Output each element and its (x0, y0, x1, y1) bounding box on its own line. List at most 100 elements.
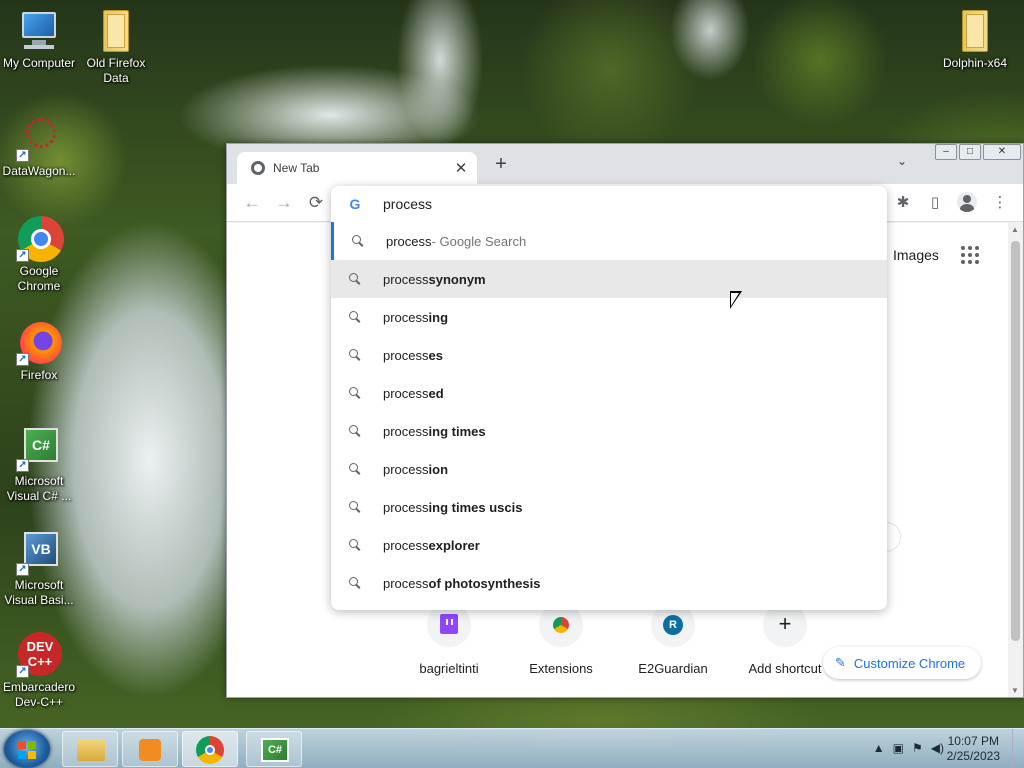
omnibox-input[interactable] (383, 196, 863, 212)
suggestion-item[interactable]: process ing times (331, 412, 887, 450)
profile-avatar-icon[interactable] (957, 192, 977, 212)
close-button[interactable]: ✕ (983, 144, 1021, 160)
clock-time: 10:07 PM (947, 734, 999, 748)
tab-new-tab[interactable]: New Tab ✕ (237, 152, 477, 184)
taskbar-media-player-button[interactable] (122, 731, 178, 767)
suggestion-item[interactable]: process synonym (331, 260, 887, 298)
shortcut-arrow-icon: ↗ (16, 459, 29, 472)
suggestion-item[interactable]: process es (331, 336, 887, 374)
desktop-icon-firefox[interactable]: ↗ Firefox (0, 320, 78, 383)
desktop-icon-visual-csharp[interactable]: C# ↗ Microsoft Visual C# ... (0, 426, 78, 504)
visual-csharp-icon: C# ↗ (16, 426, 62, 472)
media-player-icon (139, 739, 161, 761)
side-panel-icon[interactable]: ▯ (925, 193, 945, 213)
scroll-down-icon[interactable]: ▼ (1011, 686, 1019, 695)
desktop-icon-visual-basic[interactable]: VB ↗ Microsoft Visual Basi... (0, 530, 78, 608)
shortcut-arrow-icon: ↗ (16, 353, 29, 366)
desktop-icon-label: Microsoft Visual C# ... (6, 474, 72, 503)
shortcut-tile[interactable]: Extensions (511, 603, 611, 676)
new-tab-button[interactable]: + (491, 154, 511, 174)
shortcut-arrow-icon: ↗ (16, 249, 29, 262)
suggestion-item[interactable]: process of photosynthesis (331, 564, 887, 602)
taskbar: C# ▲ ▣ ⚑ ◀) 10:07 PM 2/25/2023 (0, 728, 1024, 768)
tray-expand-icon[interactable]: ▲ (873, 741, 885, 755)
menu-icon[interactable]: ⋮ (990, 193, 1010, 213)
shortcut-tile[interactable]: + Add shortcut (735, 603, 835, 676)
desktop-icon-label: DataWagon... (2, 164, 76, 178)
taskbar-chrome-button[interactable] (182, 731, 238, 767)
search-icon (349, 577, 361, 589)
folder-icon (952, 8, 998, 54)
suggestion-item[interactable]: process ed (331, 374, 887, 412)
desktop-icon-label: Embarcadero Dev-C++ (2, 680, 76, 709)
maximize-button[interactable]: □ (959, 144, 981, 160)
back-icon[interactable]: ← (242, 193, 262, 213)
system-tray: ▲ ▣ ⚑ ◀) (873, 741, 944, 755)
scrollbar-thumb[interactable] (1011, 241, 1020, 641)
dev-cpp-icon: DEV C++ ↗ (16, 632, 62, 678)
minimize-button[interactable]: – (935, 144, 957, 160)
shortcut-label: bagrieltinti (419, 661, 479, 676)
desktop-icon-label: Firefox (20, 368, 58, 382)
reload-icon[interactable]: ⟳ (306, 193, 326, 213)
search-icon (349, 539, 361, 551)
desktop-icon-label: Google Chrome (17, 264, 61, 293)
search-icon (349, 311, 361, 323)
google-apps-icon[interactable] (961, 246, 979, 264)
network-icon[interactable]: ▣ (893, 741, 904, 755)
chrome-favicon-icon (251, 161, 265, 175)
search-icon (352, 235, 364, 247)
shortcut-label: Extensions (529, 661, 593, 676)
shortcut-tile[interactable]: R E2Guardian (623, 603, 723, 676)
desktop-icon-old-firefox-data[interactable]: Old Firefox Data (77, 8, 155, 86)
shortcut-label: E2Guardian (638, 661, 708, 676)
start-button[interactable] (4, 730, 50, 768)
tab-strip: New Tab ✕ + ⌄ – □ ✕ (227, 144, 1023, 184)
clock[interactable]: 10:07 PM 2/25/2023 (947, 734, 1000, 764)
shortcut-arrow-icon: ↗ (16, 665, 29, 678)
desktop-icon-label: Old Firefox Data (86, 56, 146, 85)
customize-chrome-label: Customize Chrome (853, 655, 966, 671)
forward-icon[interactable]: → (274, 193, 294, 213)
desktop-icon-datawagon[interactable]: ↗ DataWagon... (0, 116, 78, 179)
images-link[interactable]: Images (893, 247, 939, 263)
clock-date: 2/25/2023 (946, 749, 1000, 763)
search-icon (349, 425, 361, 437)
extensions-icon[interactable]: ✱ (893, 193, 913, 213)
tab-close-icon[interactable]: ✕ (453, 159, 469, 177)
volume-icon[interactable]: ◀) (931, 741, 944, 755)
desktop-icon-dolphin[interactable]: Dolphin-x64 (936, 8, 1014, 71)
omnibox[interactable]: G (331, 186, 887, 222)
shortcut-tile[interactable]: bagrieltinti (399, 603, 499, 676)
shortcut-arrow-icon: ↗ (16, 149, 29, 162)
customize-chrome-button[interactable]: ✎ Customize Chrome (823, 647, 982, 679)
suggestion-item[interactable]: process ion (331, 450, 887, 488)
desktop-icon-label: My Computer (2, 56, 76, 70)
search-icon (349, 501, 361, 513)
visual-csharp-icon: C# (261, 738, 289, 762)
suggestion-item[interactable]: process explorer (331, 526, 887, 564)
search-icon (349, 273, 361, 285)
page-scrollbar[interactable]: ▲ ▼ (1008, 223, 1023, 697)
scroll-up-icon[interactable]: ▲ (1011, 225, 1019, 234)
taskbar-visual-csharp-button[interactable]: C# (246, 731, 302, 767)
tab-search-icon[interactable]: ⌄ (897, 154, 907, 168)
suggestion-item[interactable]: process - Google Search (331, 222, 887, 260)
tab-title: New Tab (273, 161, 320, 175)
taskbar-explorer-button[interactable] (62, 731, 118, 767)
desktop-icon-google-chrome[interactable]: ↗ Google Chrome (0, 216, 78, 294)
google-g-icon: G (349, 196, 361, 212)
desktop-icon-label: Microsoft Visual Basi... (4, 578, 74, 607)
chrome-icon: ↗ (16, 216, 64, 262)
suggestion-item[interactable]: process ing (331, 298, 887, 336)
desktop-icon-dev-cpp[interactable]: DEV C++ ↗ Embarcadero Dev-C++ (0, 632, 78, 710)
search-icon (349, 463, 361, 475)
suggestion-item[interactable]: process ing times uscis (331, 488, 887, 526)
flag-icon[interactable]: ⚑ (912, 741, 923, 755)
pencil-icon: ✎ (835, 655, 846, 670)
shortcut-arrow-icon: ↗ (16, 563, 29, 576)
show-desktop-button[interactable] (1012, 729, 1024, 768)
search-icon (349, 387, 361, 399)
desktop-icon-my-computer[interactable]: My Computer (0, 8, 78, 71)
firefox-icon: ↗ (16, 320, 62, 366)
